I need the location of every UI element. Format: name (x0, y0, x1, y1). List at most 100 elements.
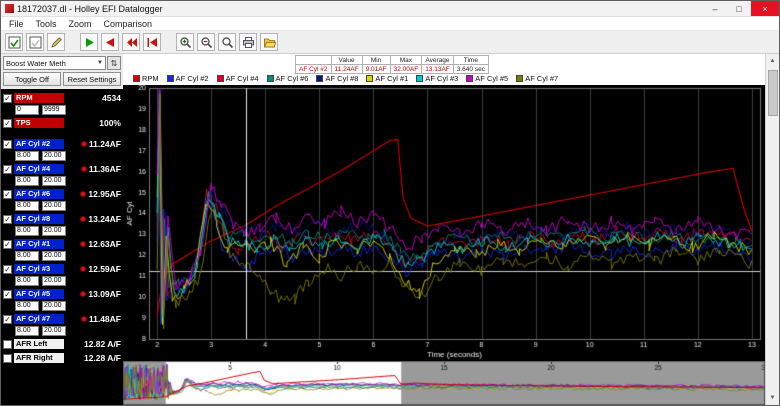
channel-name-af-cyl-6[interactable]: AF Cyl #6 (14, 189, 64, 199)
toggle-off-button[interactable]: Toggle Off (3, 72, 61, 86)
scrollbar-thumb[interactable] (768, 70, 778, 116)
record-dot-icon (80, 291, 86, 297)
print-icon[interactable] (239, 33, 257, 51)
legend-label: AF Cyl #1 (375, 74, 408, 83)
legend-label: AF Cyl #4 (226, 74, 259, 83)
channel-max-input-af-cyl-1[interactable]: 20.00 (42, 251, 66, 261)
scroll-down-icon[interactable]: ▼ (766, 391, 779, 405)
zoom-tool-icon[interactable] (218, 33, 236, 51)
channel-min-input-af-cyl-8[interactable]: 8.00 (15, 226, 39, 236)
channel-name-af-cyl-2[interactable]: AF Cyl #2 (14, 139, 64, 149)
legend-label: RPM (142, 74, 159, 83)
chart-panel: Value Min Max Average Time AF Cyl #2 11.… (123, 54, 765, 405)
channel-checkbox-af-cyl-5[interactable]: ✓ (3, 290, 12, 299)
legend-item-af-cyl-3: AF Cyl #3 (416, 74, 458, 83)
channel-min-input-af-cyl-5[interactable]: 8.00 (15, 301, 39, 311)
play-reverse-icon[interactable] (101, 33, 119, 51)
channel-min-input-rpm[interactable]: 0 (15, 105, 39, 115)
scroll-up-icon[interactable]: ▲ (766, 54, 779, 68)
channels-on-icon[interactable] (5, 33, 23, 51)
channel-checkbox-afr-left[interactable] (3, 340, 12, 349)
channel-name-afr-left[interactable]: AFR Left (14, 339, 64, 349)
sidebar-controls: Boost Water Meth ▼ ⇅ Toggle Off Reset Se… (1, 54, 123, 89)
channel-af-cyl-8: ✓AF Cyl #813.24AF8.0020.00 (1, 213, 123, 236)
channel-max-input-af-cyl-6[interactable]: 20.00 (42, 201, 66, 211)
menu-item-comparison[interactable]: Comparison (98, 19, 159, 29)
channel-min-input-af-cyl-1[interactable]: 8.00 (15, 251, 39, 261)
app-icon (5, 4, 14, 13)
open-file-icon[interactable] (260, 33, 278, 51)
channel-checkbox-af-cyl-4[interactable]: ✓ (3, 165, 12, 174)
channel-checkbox-af-cyl-6[interactable]: ✓ (3, 190, 12, 199)
channel-checkbox-af-cyl-3[interactable]: ✓ (3, 265, 12, 274)
channel-min-input-af-cyl-2[interactable]: 8.00 (15, 151, 39, 161)
channel-name-afr-right[interactable]: AFR Right (14, 353, 64, 363)
channel-checkbox-tps[interactable]: ✓ (3, 119, 12, 128)
channel-max-input-af-cyl-8[interactable]: 20.00 (42, 226, 66, 236)
edit-notes-icon[interactable] (47, 33, 65, 51)
channel-name-af-cyl-7[interactable]: AF Cyl #7 (14, 314, 64, 324)
channel-sidebar: Boost Water Meth ▼ ⇅ Toggle Off Reset Se… (1, 54, 123, 405)
menu-item-tools[interactable]: Tools (30, 19, 63, 29)
channel-value-afr-left: 12.82 A/F (64, 339, 123, 349)
zoom-in-icon[interactable] (176, 33, 194, 51)
main-chart[interactable] (123, 85, 765, 361)
info-header-time: Time (453, 56, 488, 65)
record-dot-icon (80, 241, 86, 247)
channel-name-af-cyl-4[interactable]: AF Cyl #4 (14, 164, 64, 174)
channel-name-rpm[interactable]: RPM (14, 93, 64, 103)
channel-name-af-cyl-3[interactable]: AF Cyl #3 (14, 264, 64, 274)
channel-min-input-af-cyl-7[interactable]: 8.00 (15, 326, 39, 336)
channel-name-af-cyl-5[interactable]: AF Cyl #5 (14, 289, 64, 299)
content: Boost Water Meth ▼ ⇅ Toggle Off Reset Se… (1, 54, 779, 405)
close-button[interactable]: × (751, 1, 779, 16)
zoom-out-icon[interactable] (197, 33, 215, 51)
menu-item-zoom[interactable]: Zoom (63, 19, 98, 29)
play-forward-icon[interactable] (80, 33, 98, 51)
go-to-start-icon[interactable] (143, 33, 161, 51)
channel-name-af-cyl-1[interactable]: AF Cyl #1 (14, 239, 64, 249)
channel-max-input-af-cyl-3[interactable]: 20.00 (42, 276, 66, 286)
legend-item-af-cyl-6: AF Cyl #6 (267, 74, 309, 83)
reset-settings-button[interactable]: Reset Settings (63, 72, 121, 86)
channel-name-af-cyl-8[interactable]: AF Cyl #8 (14, 214, 64, 224)
channel-min-input-af-cyl-6[interactable]: 8.00 (15, 201, 39, 211)
channel-max-input-af-cyl-5[interactable]: 20.00 (42, 301, 66, 311)
cursor-info-table: Value Min Max Average Time AF Cyl #2 11.… (295, 55, 489, 74)
titlebar: 18172037.dl - Holley EFI Datalogger – □ … (1, 1, 779, 17)
preset-dropdown[interactable]: Boost Water Meth ▼ (3, 56, 106, 70)
channel-checkbox-af-cyl-2[interactable]: ✓ (3, 140, 12, 149)
channel-name-tps[interactable]: TPS (14, 118, 64, 128)
preset-dropdown-value: Boost Water Meth (6, 59, 66, 68)
channel-checkbox-afr-right[interactable] (3, 354, 12, 363)
channel-checkbox-rpm[interactable]: ✓ (3, 94, 12, 103)
channel-value-afr-right: 12.28 A/F (64, 353, 123, 363)
vertical-scrollbar[interactable]: ▲ ▼ (765, 54, 779, 405)
record-dot-icon (80, 266, 86, 272)
info-header-value: Value (331, 56, 362, 65)
maximize-button[interactable]: □ (727, 1, 751, 16)
channel-af-cyl-2: ✓AF Cyl #211.24AF8.0020.00 (1, 138, 123, 161)
legend-swatch-icon (167, 75, 174, 82)
channel-min-input-af-cyl-4[interactable]: 8.00 (15, 176, 39, 186)
channel-checkbox-af-cyl-8[interactable]: ✓ (3, 215, 12, 224)
channel-max-input-rpm[interactable]: 9999 (42, 105, 66, 115)
timeline-navigator[interactable] (123, 361, 765, 405)
channels-off-icon[interactable] (26, 33, 44, 51)
channel-list: ✓RPM453409999✓TPS100%✓AF Cyl #211.24AF8.… (1, 89, 123, 405)
minimize-button[interactable]: – (703, 1, 727, 16)
channel-checkbox-af-cyl-1[interactable]: ✓ (3, 240, 12, 249)
info-max: 32.00AF (390, 65, 422, 74)
channel-max-input-af-cyl-2[interactable]: 20.00 (42, 151, 66, 161)
preset-spinner-button[interactable]: ⇅ (107, 56, 121, 70)
channel-max-input-af-cyl-4[interactable]: 20.00 (42, 176, 66, 186)
legend-item-af-cyl-7: AF Cyl #7 (516, 74, 558, 83)
channel-min-input-af-cyl-3[interactable]: 8.00 (15, 276, 39, 286)
channel-max-input-af-cyl-7[interactable]: 20.00 (42, 326, 66, 336)
menubar: FileToolsZoomComparison (1, 17, 779, 31)
menu-item-file[interactable]: File (3, 19, 30, 29)
rewind-icon[interactable] (122, 33, 140, 51)
channel-checkbox-af-cyl-7[interactable]: ✓ (3, 315, 12, 324)
legend-label: AF Cyl #8 (325, 74, 358, 83)
app-window: 18172037.dl - Holley EFI Datalogger – □ … (0, 0, 780, 406)
